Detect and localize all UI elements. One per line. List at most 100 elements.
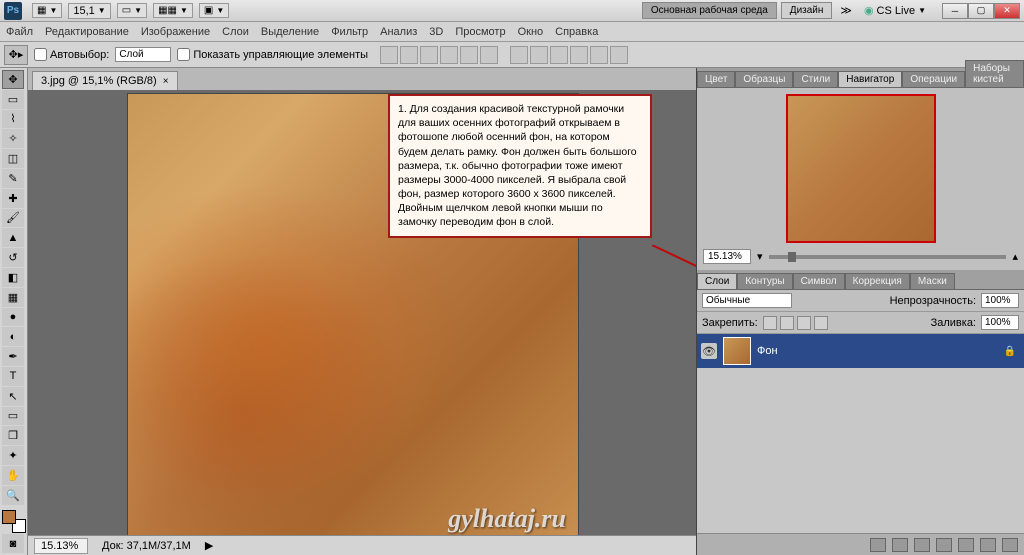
align-icon[interactable] [480,46,498,64]
align-icon[interactable] [380,46,398,64]
canvas-viewport[interactable]: gylhataj.ru 1. Для создания красивой тек… [28,90,696,535]
workspace-more-icon[interactable]: ≫ [836,4,856,17]
zoom-dropdown[interactable]: 15,1▼ [68,3,110,19]
navigator-zoom-slider[interactable] [769,255,1007,259]
menu-analysis[interactable]: Анализ [380,26,417,38]
shape-tool[interactable]: ▭ [2,407,24,426]
new-layer-icon[interactable] [980,538,996,552]
align-icon[interactable] [400,46,418,64]
tab-swatches[interactable]: Образцы [735,71,793,87]
navigator-thumbnail[interactable] [786,94,936,243]
marquee-tool[interactable]: ▭ [2,90,24,109]
healing-tool[interactable]: ✚ [2,189,24,208]
tab-actions[interactable]: Операции [902,71,965,87]
align-icon[interactable] [460,46,478,64]
move-tool[interactable]: ✥ [2,70,24,89]
stamp-tool[interactable]: ▲ [2,228,24,247]
pen-tool[interactable]: ✒ [2,347,24,366]
distribute-icon[interactable] [570,46,588,64]
align-icon[interactable] [440,46,458,64]
menu-filter[interactable]: Фильтр [331,26,368,38]
blend-mode-select[interactable] [702,293,792,308]
path-tool[interactable]: ↖ [2,387,24,406]
gradient-tool[interactable]: ▦ [2,288,24,307]
lasso-tool[interactable]: ⌇ [2,110,24,129]
screenmode-dropdown[interactable]: ▣▼ [199,3,229,18]
wand-tool[interactable]: ✧ [2,129,24,148]
layer-name[interactable]: Фон [757,345,778,357]
autoselect-checkbox[interactable]: Автовыбор: [34,48,109,61]
close-button[interactable]: ✕ [994,3,1020,19]
layer-thumbnail[interactable] [723,337,751,365]
trash-icon[interactable] [1002,538,1018,552]
maximize-button[interactable]: ▢ [968,3,994,19]
color-swatches[interactable] [2,510,26,534]
hand-tool[interactable]: ✋ [2,466,24,485]
eyedropper-tool[interactable]: ✎ [2,169,24,188]
distribute-icon[interactable] [550,46,568,64]
tab-brushes[interactable]: Наборы кистей [965,60,1024,87]
distribute-icon[interactable] [530,46,548,64]
visibility-icon[interactable]: 👁 [701,343,717,359]
fill-field[interactable] [981,315,1019,330]
fx-icon[interactable] [892,538,908,552]
arrange-dropdown[interactable]: ▦▦▼ [153,3,193,18]
menu-image[interactable]: Изображение [141,26,210,38]
lock-icon[interactable]: 🔒 [1004,346,1016,357]
menu-file[interactable]: Файл [6,26,33,38]
status-zoom[interactable]: 15.13% [34,538,88,554]
tab-masks[interactable]: Маски [910,273,955,289]
opacity-field[interactable] [981,293,1019,308]
link-layers-icon[interactable] [870,538,886,552]
lock-position-icon[interactable] [797,316,811,330]
distribute-icon[interactable] [510,46,528,64]
quickmask-tool[interactable]: ◙ [2,534,24,553]
bridge-dropdown[interactable]: ▦▼ [32,3,62,18]
mask-icon[interactable] [914,538,930,552]
distribute-icon[interactable] [610,46,628,64]
adjustment-icon[interactable] [936,538,952,552]
brush-tool[interactable]: 🖌 [2,209,24,228]
menu-window[interactable]: Окно [518,26,544,38]
tab-styles[interactable]: Стили [793,71,838,87]
minimize-button[interactable]: ─ [942,3,968,19]
3d-tool[interactable]: ❒ [2,426,24,445]
autoselect-target-select[interactable] [115,47,171,62]
status-more-icon[interactable]: ▶ [205,539,213,552]
lock-transparency-icon[interactable] [763,316,777,330]
tab-character[interactable]: Символ [793,273,845,289]
menu-edit[interactable]: Редактирование [45,26,129,38]
menu-layers[interactable]: Слои [222,26,249,38]
tab-paths[interactable]: Контуры [737,273,792,289]
foreground-color-swatch[interactable] [2,510,16,524]
group-icon[interactable] [958,538,974,552]
zoom-out-icon[interactable]: ▾ [757,250,763,263]
menu-view[interactable]: Просмотр [455,26,505,38]
navigator-zoom-value[interactable]: 15.13% [703,249,751,264]
crop-tool[interactable]: ◫ [2,149,24,168]
tab-layers[interactable]: Слои [697,273,737,289]
workspace-design-button[interactable]: Дизайн [781,2,833,19]
show-transform-checkbox[interactable]: Показать управляющие элементы [177,48,368,61]
zoom-in-icon[interactable]: ▴ [1012,250,1018,263]
document-tab[interactable]: 3.jpg @ 15,1% (RGB/8) × [32,71,178,90]
align-icon[interactable] [420,46,438,64]
3d-camera-tool[interactable]: ✦ [2,446,24,465]
tab-adjustments[interactable]: Коррекция [845,273,910,289]
lock-all-icon[interactable] [814,316,828,330]
tab-color[interactable]: Цвет [697,71,735,87]
eraser-tool[interactable]: ◧ [2,268,24,287]
type-tool[interactable]: T [2,367,24,386]
distribute-icon[interactable] [590,46,608,64]
history-brush-tool[interactable]: ↺ [2,248,24,267]
dodge-tool[interactable]: ◐ [2,327,24,346]
move-tool-preset-icon[interactable]: ✥▸ [4,45,28,65]
menu-help[interactable]: Справка [555,26,598,38]
cslive-button[interactable]: ◉CS Live▼ [860,4,930,17]
view-dropdown[interactable]: ▭▼ [117,3,147,18]
close-tab-icon[interactable]: × [163,76,169,87]
menu-3d[interactable]: 3D [429,26,443,38]
blur-tool[interactable]: ● [2,308,24,327]
zoom-tool[interactable]: 🔍 [2,486,24,505]
workspace-main-button[interactable]: Основная рабочая среда [642,2,777,19]
